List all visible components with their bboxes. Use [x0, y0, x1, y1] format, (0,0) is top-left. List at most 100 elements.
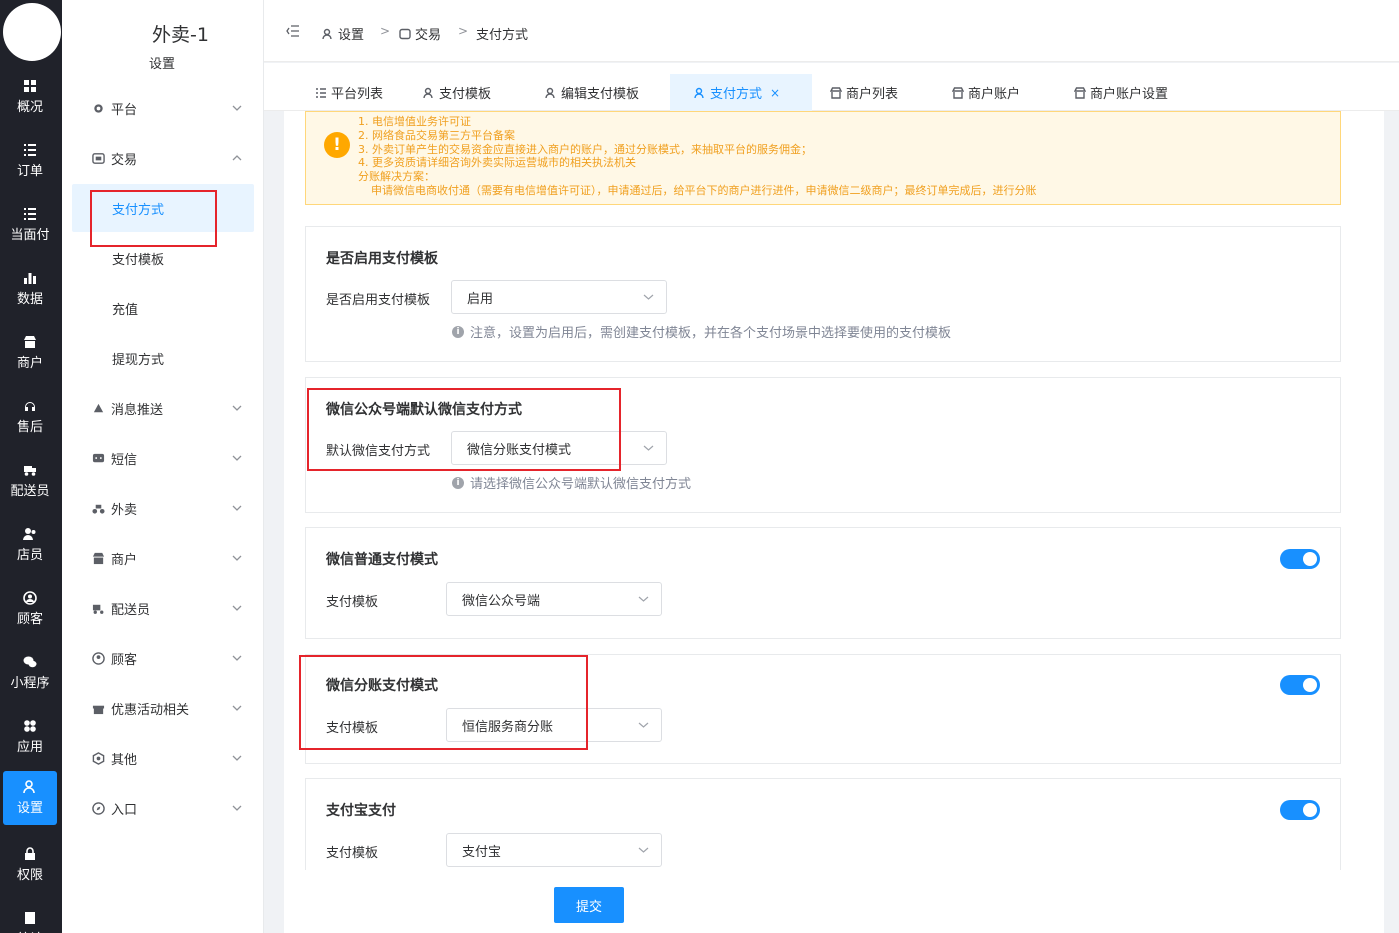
nav-item-merchant[interactable]: 商户: [3, 326, 57, 380]
nav-item-face-pay[interactable]: 当面付: [3, 198, 57, 252]
sidebar-item-payment-method[interactable]: 支付方式: [72, 184, 254, 232]
wechat-normal-toggle[interactable]: [1280, 549, 1320, 569]
menu-group-promotions[interactable]: 优惠活动相关: [92, 693, 242, 723]
select-value: 微信分账支付模式: [467, 442, 572, 458]
settings-icon: [23, 780, 35, 794]
hint-text: i 注意，设置为启用后，需创建支付模板，并在各个支付场景中选择要使用的支付模板: [452, 322, 951, 341]
menu-group-label: 配送员: [111, 602, 151, 618]
info-icon: i: [452, 476, 464, 489]
nav-item-staff[interactable]: 店员: [3, 518, 57, 572]
nav-label: 权限: [16, 868, 43, 883]
menu-group-label: 交易: [111, 152, 138, 168]
store-icon: [24, 336, 36, 348]
alipay-template-select[interactable]: 支付宝: [446, 833, 662, 867]
sidebar-subtitle: 设置: [149, 57, 176, 72]
nav-item-courier[interactable]: 配送员: [3, 454, 57, 508]
courier-icon: [92, 604, 104, 614]
menu-group-entry[interactable]: 入口: [92, 793, 242, 823]
nav-item-overview[interactable]: 概况: [3, 70, 57, 124]
menu-group-customer[interactable]: 顾客: [92, 643, 242, 673]
collapse-menu-icon[interactable]: [286, 25, 300, 37]
main-nav: 概况 订单 当面付 数据 商户 售后 配送员 店员 顾客 小程序 应用 设置 权…: [0, 0, 62, 933]
nav-label: 应用: [16, 740, 43, 755]
app-root: 概况 订单 当面付 数据 商户 售后 配送员 店员 顾客 小程序 应用 设置 权…: [0, 0, 1399, 933]
nav-item-orders[interactable]: 订单: [3, 134, 57, 188]
field-label: 支付模板: [326, 595, 379, 610]
close-icon[interactable]: ×: [770, 86, 780, 100]
chevron-down-icon: [638, 596, 649, 602]
breadcrumb-separator: >: [380, 24, 391, 38]
tab-edit-payment-template[interactable]: 编辑支付模板: [545, 74, 639, 111]
menu-group-takeout[interactable]: 外卖: [92, 493, 242, 523]
avatar[interactable]: [3, 3, 61, 61]
sidebar-item-recharge[interactable]: 充值: [72, 284, 254, 332]
chevron-down-icon: [232, 405, 242, 411]
select-value: 支付宝: [462, 844, 502, 860]
select-value: 微信公众号端: [462, 593, 541, 609]
nav-label: 统计: [17, 928, 43, 933]
chevron-down-icon: [232, 105, 242, 111]
sidebar-item-payment-template[interactable]: 支付模板: [72, 234, 254, 282]
select-value: 恒信服务商分账: [462, 719, 554, 735]
breadcrumb-settings[interactable]: 设置: [322, 24, 364, 43]
field-label: 支付模板: [326, 846, 379, 861]
tab-merchant-account[interactable]: 商户账户: [952, 74, 1020, 111]
hint-label: 注意，设置为启用后，需创建支付模板，并在各个支付场景中选择要使用的支付模板: [470, 326, 952, 341]
grid-icon: [24, 80, 36, 92]
sidebar-item-withdraw[interactable]: 提现方式: [72, 334, 254, 382]
tab-payment-method[interactable]: 支付方式 ×: [670, 74, 812, 111]
nav-label: 设置: [16, 801, 43, 816]
wechat-default-select[interactable]: 微信分账支付模式: [451, 431, 667, 465]
card-wechat-split: 微信分账支付模式 支付模板 恒信服务商分账: [305, 654, 1341, 764]
tab-label: 商户列表: [846, 87, 899, 102]
nav-item-mini-program[interactable]: 小程序: [3, 646, 57, 700]
breadcrumb-current: 支付方式: [476, 24, 528, 43]
menu-group-trade[interactable]: 交易: [92, 143, 242, 173]
user-icon: [92, 651, 105, 665]
nav-item-customers[interactable]: 顾客: [3, 582, 57, 636]
list-icon: [24, 144, 36, 156]
wechat-normal-template-select[interactable]: 微信公众号端: [446, 582, 662, 616]
nav-item-stats[interactable]: 统计: [3, 902, 57, 933]
tab-bar: 平台列表 支付模板 编辑支付模板 支付方式 × 商户列表 商户账户 商户账户设置: [264, 63, 1399, 111]
menu-group-label: 短信: [111, 452, 138, 468]
menu-group-other[interactable]: 其他: [92, 743, 242, 773]
nav-item-settings[interactable]: 设置: [3, 771, 57, 825]
breadcrumb-separator: >: [458, 24, 469, 38]
tab-label: 商户账户: [968, 87, 1021, 102]
menu-group-push[interactable]: 消息推送: [92, 393, 242, 423]
menu-group-platform[interactable]: 平台: [92, 93, 242, 123]
nav-item-data[interactable]: 数据: [3, 262, 57, 316]
tab-label: 商户账户设置: [1090, 87, 1169, 102]
tab-platform-list[interactable]: 平台列表: [315, 74, 383, 111]
template-enable-select[interactable]: 启用: [451, 280, 667, 314]
menu-group-label: 商户: [111, 552, 138, 568]
select-value: 启用: [467, 291, 494, 307]
breadcrumb-trade[interactable]: 交易: [399, 24, 441, 43]
menu-group-courier[interactable]: 配送员: [92, 593, 242, 623]
tab-merchant-list[interactable]: 商户列表: [830, 74, 898, 111]
chevron-down-icon: [232, 705, 242, 711]
nav-label: 商户: [16, 356, 43, 371]
nav-item-apps[interactable]: 应用: [3, 710, 57, 764]
card-title: 是否启用支付模板: [326, 251, 438, 267]
wechat-split-toggle[interactable]: [1280, 675, 1320, 695]
tab-merchant-account-settings[interactable]: 商户账户设置: [1074, 74, 1168, 111]
tab-payment-template[interactable]: 支付模板: [423, 74, 491, 111]
menu-group-label: 入口: [111, 802, 138, 818]
nav-item-after-sales[interactable]: 售后: [3, 390, 57, 444]
menu-group-merchant[interactable]: 商户: [92, 543, 242, 573]
breadcrumb-label: 交易: [415, 28, 442, 43]
submit-button[interactable]: 提交: [554, 887, 624, 923]
wechat-split-template-select[interactable]: 恒信服务商分账: [446, 708, 662, 742]
breadcrumb-label: 设置: [338, 28, 365, 43]
nav-label: 数据: [16, 292, 43, 307]
nav-label: 配送员: [10, 484, 50, 499]
alipay-toggle[interactable]: [1280, 800, 1320, 820]
hint-label: 请选择微信公众号端默认微信支付方式: [470, 477, 692, 492]
chevron-down-icon: [232, 805, 242, 811]
hexagon-icon: [92, 751, 105, 765]
menu-group-sms[interactable]: 短信: [92, 443, 242, 473]
nav-item-permissions[interactable]: 权限: [3, 838, 57, 892]
wechat-icon: [23, 656, 37, 668]
